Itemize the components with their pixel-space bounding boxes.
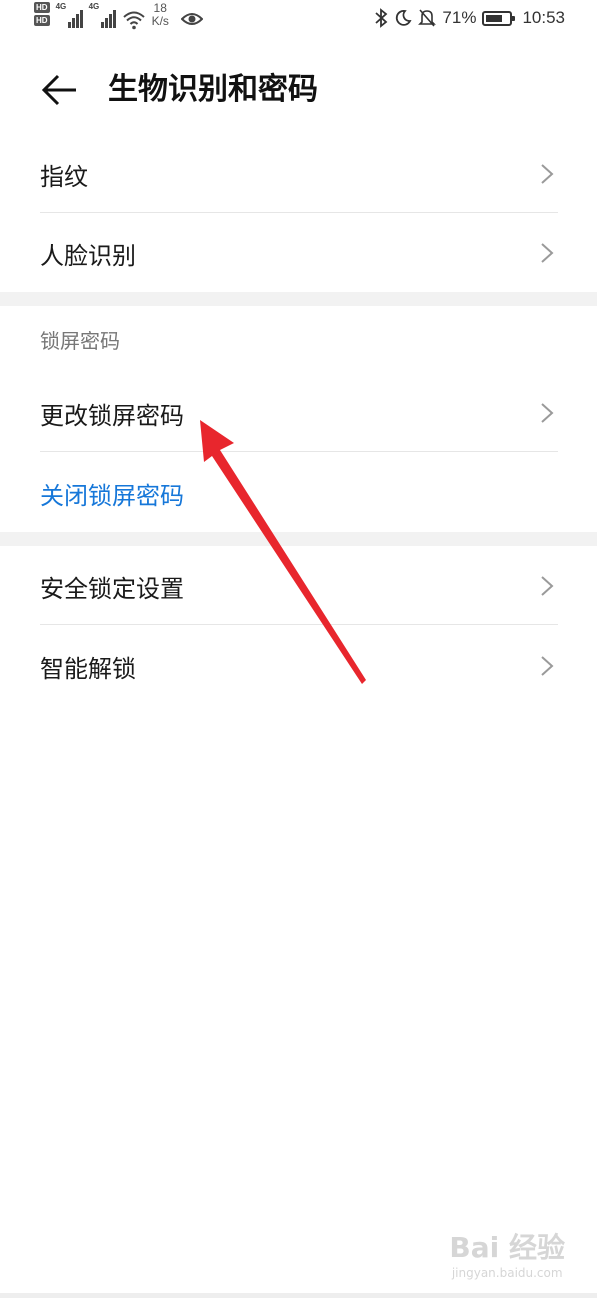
status-bar: HD HD 4G 4G 18 K/s 71% 10:53 — [0, 0, 597, 38]
baidu-jingyan-watermark: Bai 经验 jingyan.baidu.com — [449, 1226, 565, 1280]
chevron-right-icon — [541, 656, 554, 676]
watermark-url: jingyan.baidu.com — [451, 1266, 563, 1280]
hd-icons: HD HD — [34, 2, 50, 26]
chevron-right-icon — [541, 243, 554, 263]
battery-fill — [486, 14, 503, 22]
signal-1-icon: 4G — [56, 2, 83, 28]
security-lock-settings-label: 安全锁定设置 — [40, 574, 184, 603]
smart-unlock-item[interactable]: 智能解锁 — [40, 627, 558, 705]
network-speed: 18 K/s — [152, 2, 169, 28]
battery-percent: 71% — [442, 8, 477, 27]
chevron-right-icon — [541, 403, 554, 423]
moon-icon — [396, 10, 412, 26]
face-recognition-item[interactable]: 人脸识别 — [40, 214, 558, 292]
chevron-right-icon — [541, 164, 554, 184]
bluetooth-icon — [375, 8, 388, 28]
page-title: 生物识别和密码 — [108, 72, 318, 107]
fingerprint-label: 指纹 — [40, 162, 88, 191]
chevron-right-icon — [541, 576, 554, 596]
speed-unit: K/s — [151, 14, 169, 28]
change-lock-password-label: 更改锁屏密码 — [40, 401, 184, 430]
change-lock-password-item[interactable]: 更改锁屏密码 — [40, 374, 558, 452]
clock: 10:53 — [522, 8, 565, 27]
hd-1-icon: HD — [34, 2, 50, 13]
wifi-icon — [122, 11, 145, 30]
status-right: 71% 10:53 — [374, 8, 565, 28]
bottom-bar — [0, 1293, 597, 1298]
page-header: 生物识别和密码 — [0, 50, 597, 130]
section-divider — [0, 292, 597, 306]
eye-icon — [180, 13, 203, 25]
section-divider — [0, 532, 597, 546]
disable-lock-password-label: 关闭锁屏密码 — [40, 481, 184, 510]
network-type-2: 4G — [88, 2, 100, 11]
network-type-1: 4G — [55, 2, 67, 11]
security-lock-settings-item[interactable]: 安全锁定设置 — [40, 547, 558, 625]
battery-icon — [482, 10, 516, 26]
bell-muted-icon — [418, 9, 437, 27]
hd-2-icon: HD — [34, 15, 50, 26]
back-arrow-icon[interactable] — [38, 68, 82, 112]
fingerprint-item[interactable]: 指纹 — [40, 135, 558, 213]
signal-2-icon: 4G — [89, 2, 116, 28]
smart-unlock-label: 智能解锁 — [40, 654, 136, 683]
disable-lock-password-item[interactable]: 关闭锁屏密码 — [40, 454, 558, 532]
section-title-lock-password: 锁屏密码 — [40, 329, 120, 353]
status-left: HD HD 4G 4G 18 K/s — [34, 2, 203, 36]
face-recognition-label: 人脸识别 — [40, 241, 136, 270]
watermark-brand: Bai 经验 — [449, 1231, 565, 1264]
